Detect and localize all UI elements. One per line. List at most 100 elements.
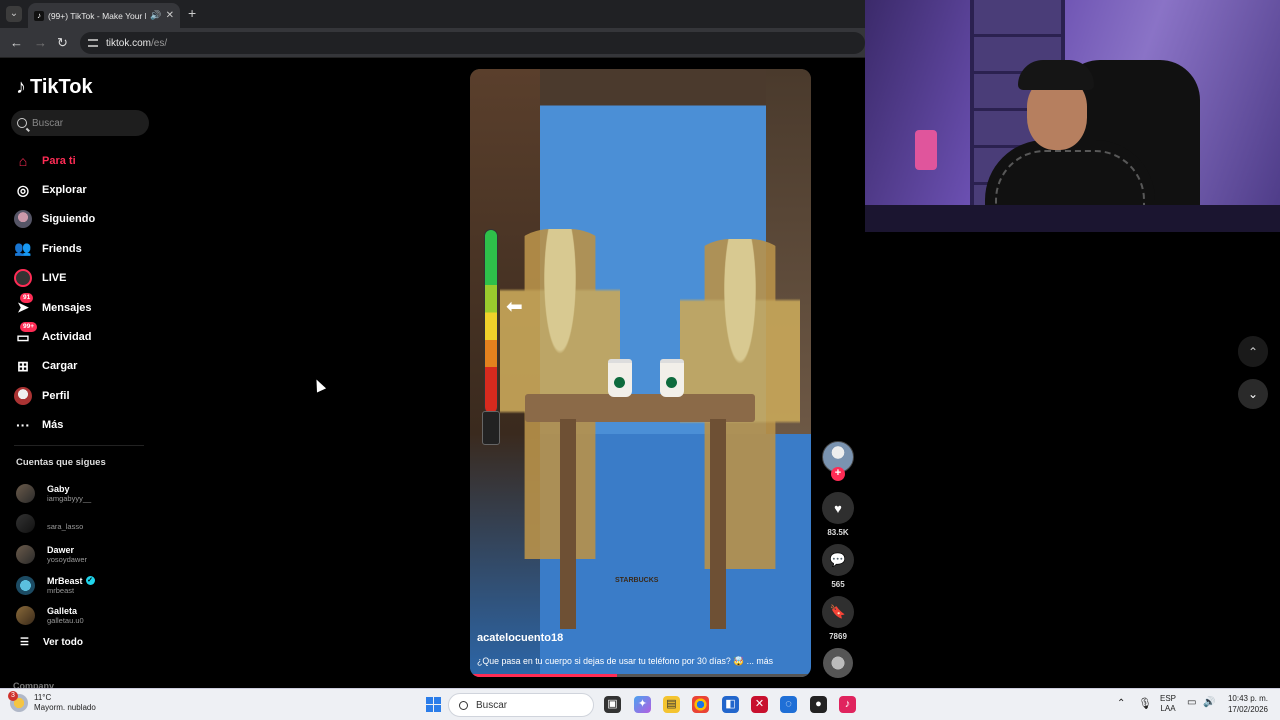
chevron-up-icon[interactable]: ⌃ [1117,698,1125,709]
sidebar-item-para-ti[interactable]: ⌂ Para ti [14,146,159,175]
music-disc-icon[interactable] [823,648,853,678]
back-icon[interactable]: ← [10,35,23,50]
desk [865,205,1280,232]
search-icon [17,118,27,128]
bookmark-icon[interactable]: 🔖 [822,596,854,628]
table-leg [710,419,726,629]
file-explorer-icon[interactable]: ▤ [663,696,680,713]
sidebar-item-label: Mensajes [42,301,92,314]
webcam-overlay [865,0,1280,232]
progress-fill [470,674,617,677]
sidebar-item-mas[interactable]: ··· Más [14,411,159,440]
browser-tabbar: ⌄ ♪ (99+) TikTok - Make Your D... 🔊 ✕ + [0,0,865,28]
sidebar-item-friends[interactable]: 👥 Friends [14,234,159,263]
following-item[interactable]: MrBeast ✓ mrbeast [16,570,156,601]
sidebar-item-actividad[interactable]: ▭ 99+ Actividad [14,322,159,351]
weather-description: Mayorm. nublado [34,703,96,712]
sidebar-item-label: Actividad [42,331,92,344]
tiktok-logo[interactable]: ♪ TikTok [16,76,93,99]
sidebar-item-label: Explorar [42,184,87,197]
sidebar-item-perfil[interactable]: Perfil [14,381,159,410]
chrome-icon[interactable] [692,696,709,713]
video-progress-bar[interactable] [470,674,811,677]
weather-badge: 3 [8,691,18,701]
sidebar-item-label: Cargar [42,360,78,373]
account-handle: galletau.u0 [47,616,84,626]
avatar [16,514,35,534]
see-all-button[interactable]: ☰ Ver todo [20,637,83,648]
verified-icon: ✓ [85,576,95,586]
sidebar-item-mensajes[interactable]: ➤ 91 Mensajes [14,292,159,322]
search-icon [459,700,468,710]
following-item[interactable]: Galleta galletau.u0 [16,600,156,631]
address-bar[interactable]: tiktok.com/es/ [80,32,865,54]
lamp-background [915,130,937,170]
sidebar-item-siguiendo[interactable]: Siguiendo [14,205,159,234]
sidebar-item-explorar[interactable]: ◎ Explorar [14,175,159,204]
windows-taskbar: 3 11°C Mayorm. nublado Buscar ▣ ✦ ▤ ◧ ✕ ◌… [0,688,1280,720]
reload-icon[interactable]: ↻ [57,35,68,51]
close-tab-icon[interactable]: ✕ [166,10,174,21]
task-view-icon[interactable]: ▣ [604,696,621,713]
video-author[interactable]: acatelocuento18 [477,632,563,644]
account-name: Dawer [47,544,75,555]
microphone-icon[interactable]: 🎙 [1138,697,1152,710]
video-caption[interactable]: ¿Que pasa en tu cuerpo si dejas de usar … [477,656,773,667]
chevron-down-icon[interactable]: ⌄ [6,6,22,22]
chevron-down-icon[interactable]: ⌄ [1238,379,1268,409]
obs-icon[interactable]: ● [810,696,827,713]
url-host: tiktok.com [106,37,152,49]
tiktok-app-icon[interactable]: ♪ [839,696,856,713]
copilot-icon[interactable]: ✦ [634,696,651,713]
store-icon[interactable]: ◧ [722,696,739,713]
tab-title: (99+) TikTok - Make Your D... [48,10,146,21]
video-player[interactable]: STARBUCKS ⬅ acatelocuento18 ¿Que pasa en… [470,69,811,677]
comment-icon[interactable]: 💬 [822,544,854,576]
network-icon[interactable]: ▭ [1187,697,1196,708]
account-name: Gaby [47,483,70,494]
chevron-up-icon[interactable]: ⌃ [1238,337,1268,367]
comment-count: 565 [831,580,845,589]
coffee-cup [660,359,684,397]
avatar-icon [14,210,32,229]
following-item[interactable]: Gaby iamgabyyy__ [16,478,156,509]
mouse-cursor-icon [311,377,327,393]
following-item[interactable]: sara_lasso [16,509,156,540]
capcut-icon[interactable]: ✕ [751,696,768,713]
brand-name: TikTok [30,76,93,98]
sidebar-item-live[interactable]: LIVE [14,264,159,293]
speaker-icon[interactable]: 🔊 [150,10,161,21]
more-icon: ··· [16,417,30,434]
table-illustration [525,394,755,422]
following-item[interactable]: Dawer yosoydawer [16,539,156,570]
system-clock[interactable]: 10:43 p. m. 17/02/2026 [1226,693,1268,715]
account-handle: yosoydawer [47,554,88,564]
taskbar-search[interactable]: Buscar [448,693,594,717]
tiktok-logo-icon: ♪ [16,76,26,98]
video-overlay-text: STARBUCKS [615,577,659,584]
compass-icon: ◎ [16,181,30,198]
language-indicator[interactable]: ESP LAA [1160,694,1176,714]
send-icon: ➤ 91 [14,292,34,317]
sidebar-item-label: Siguiendo [42,213,96,226]
heart-icon[interactable]: ♥ [822,492,854,524]
windows-start-icon[interactable] [426,697,441,712]
follow-plus-icon[interactable]: + [831,467,845,481]
plus-square-icon: ⊞ [17,357,29,374]
site-info-icon[interactable] [88,39,98,47]
arrow-left-icon: ⬅ [506,296,523,318]
account-name: Galleta [47,606,78,617]
new-tab-button[interactable]: + [188,5,196,21]
edge-icon[interactable]: ◌ [780,696,797,713]
friends-icon: 👥 [14,240,32,257]
search-input[interactable]: Buscar [11,110,149,136]
forward-icon[interactable]: → [34,35,47,50]
url-path: /es/ [151,37,168,49]
account-handle: sara_lasso [47,522,84,532]
sidebar-nav: ⌂ Para ti ◎ Explorar Siguiendo 👥 Friends… [14,146,159,440]
following-header: Cuentas que sigues [16,457,106,468]
browser-tab-tiktok[interactable]: ♪ (99+) TikTok - Make Your D... 🔊 ✕ [28,3,180,28]
weather-widget[interactable]: 3 11°C Mayorm. nublado [8,691,96,713]
sidebar-item-cargar[interactable]: ⊞ Cargar [14,352,159,381]
volume-icon[interactable]: 🔊 [1203,697,1215,708]
